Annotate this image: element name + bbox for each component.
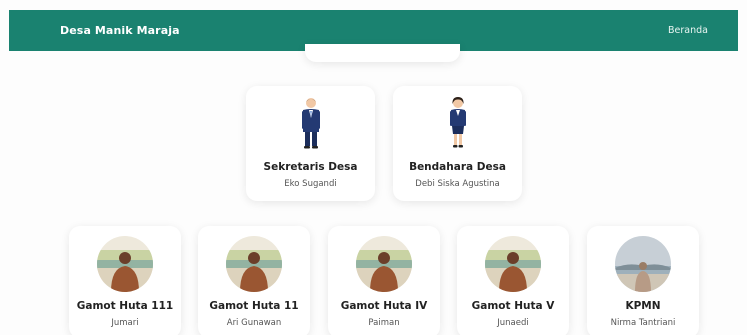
card-sekretaris-desa[interactable]: Sekretaris Desa Eko Sugandi <box>246 86 375 201</box>
page: Desa Manik Maraja Beranda Sekretaris Des… <box>0 0 747 335</box>
card-kpmn[interactable]: KPMN Nirma Tantriani <box>587 226 699 335</box>
leader-name: Ari Gunawan <box>226 318 282 328</box>
card-gamot-huta-111[interactable]: Gamot Huta 111 Jumari <box>69 226 181 335</box>
person-photo-icon <box>97 236 153 292</box>
person-photo-icon <box>356 236 412 292</box>
female-official-icon <box>436 96 480 150</box>
card-gamot-huta-11[interactable]: Gamot Huta 11 Ari Gunawan <box>198 226 310 335</box>
leader-title: Gamot Huta 11 <box>209 300 299 312</box>
official-title: Sekretaris Desa <box>263 161 358 173</box>
nav-link-beranda[interactable]: Beranda <box>668 25 708 36</box>
card-gamot-huta-v[interactable]: Gamot Huta V Junaedi <box>457 226 569 335</box>
person-photo-icon <box>226 236 282 292</box>
official-name: Eko Sugandi <box>284 179 337 189</box>
leader-title: KPMN <box>625 300 661 312</box>
landscape-photo-icon <box>615 236 671 292</box>
card-bendahara-desa[interactable]: Bendahara Desa Debi Siska Agustina <box>393 86 522 201</box>
leader-name: Paiman <box>368 318 400 328</box>
leader-title: Gamot Huta IV <box>340 300 428 312</box>
card-gamot-huta-iv[interactable]: Gamot Huta IV Paiman <box>328 226 440 335</box>
official-name: Debi Siska Agustina <box>415 179 500 189</box>
leader-title: Gamot Huta V <box>471 300 555 312</box>
leader-name: Jumari <box>111 318 139 328</box>
brand-title[interactable]: Desa Manik Maraja <box>60 24 180 37</box>
leader-name: Nirma Tantriani <box>610 318 676 328</box>
leader-title: Gamot Huta 111 <box>76 300 174 312</box>
person-photo-icon <box>485 236 541 292</box>
male-official-icon <box>289 96 333 150</box>
leader-name: Junaedi <box>497 318 529 328</box>
card-top-partial <box>305 44 460 62</box>
official-title: Bendahara Desa <box>409 161 506 173</box>
